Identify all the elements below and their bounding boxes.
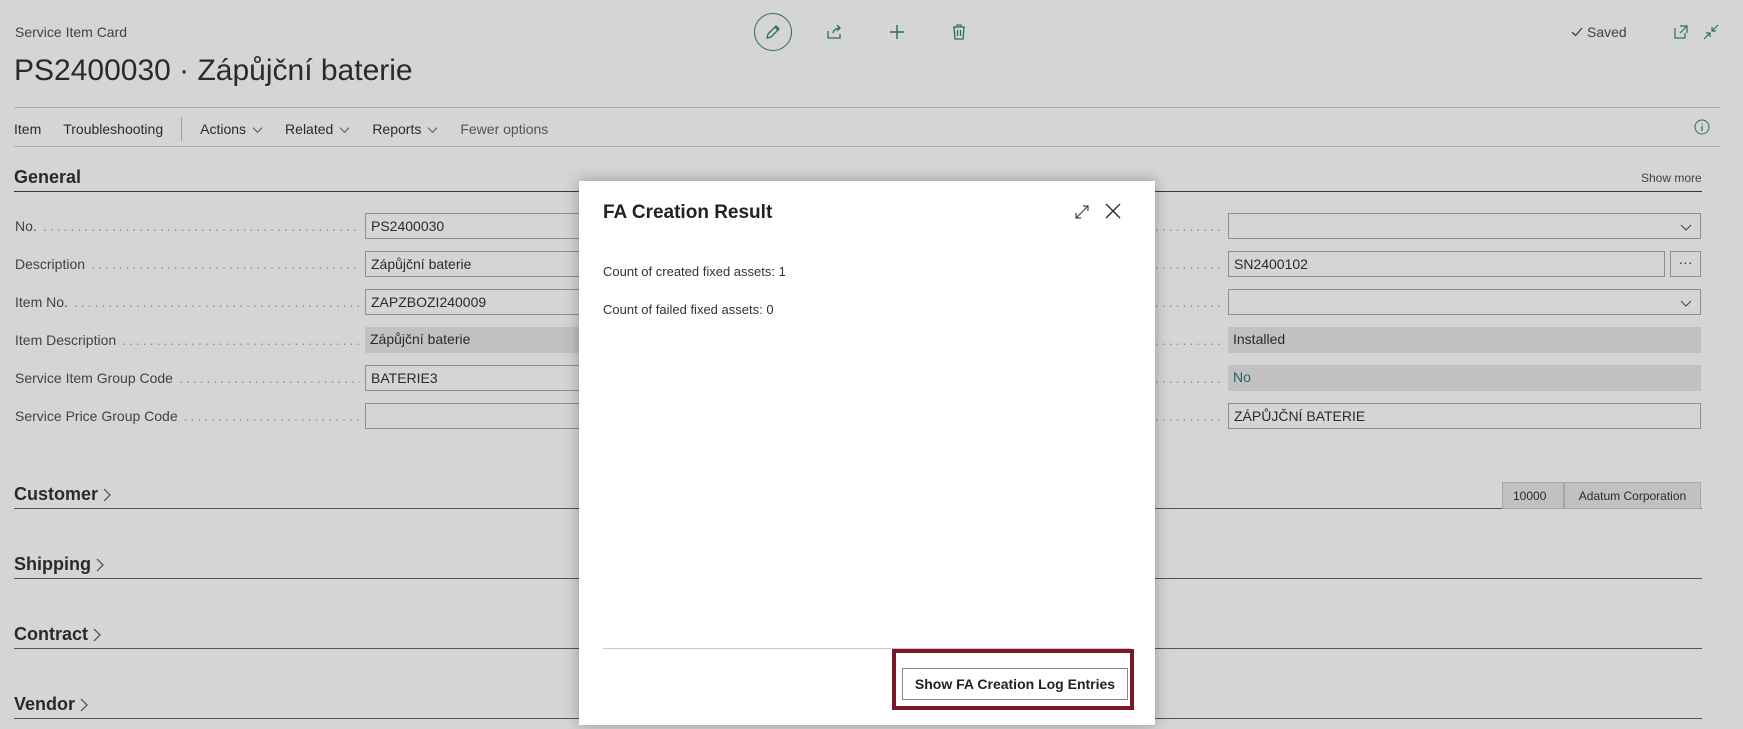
failed-count-text: Count of failed fixed assets: 0	[603, 302, 774, 317]
expand-icon[interactable]	[1073, 203, 1091, 221]
show-fa-creation-log-entries-button[interactable]: Show FA Creation Log Entries	[902, 668, 1128, 700]
fa-creation-result-dialog: FA Creation Result Count of created fixe…	[579, 181, 1155, 725]
close-icon[interactable]	[1103, 201, 1123, 221]
dialog-title: FA Creation Result	[603, 202, 773, 223]
created-count-text: Count of created fixed assets: 1	[603, 264, 786, 279]
